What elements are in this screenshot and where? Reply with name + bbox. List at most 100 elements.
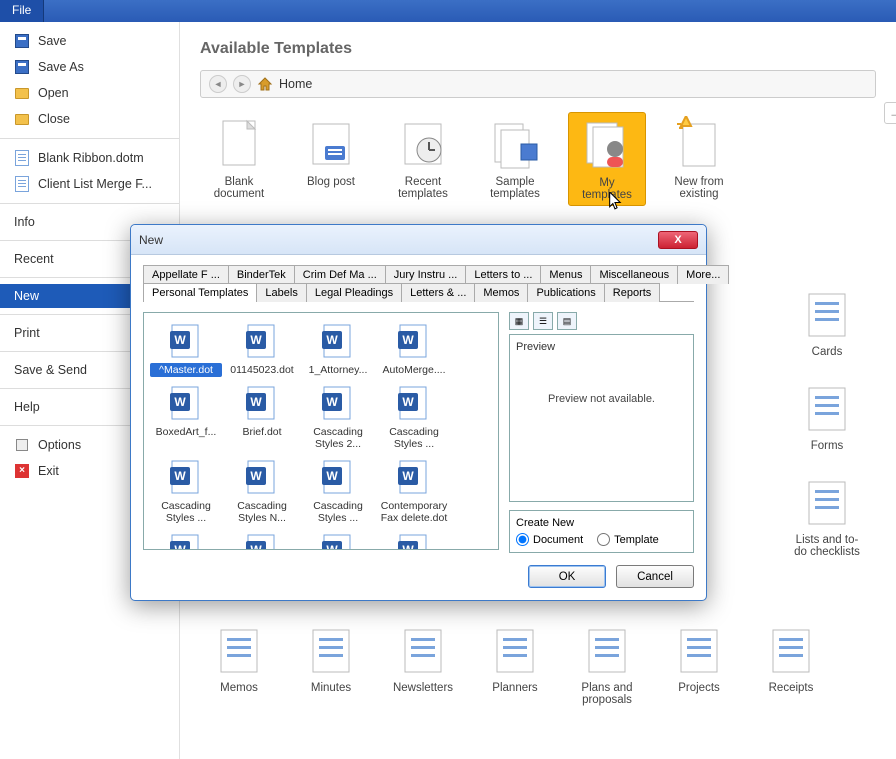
- file-tab[interactable]: File: [0, 0, 44, 22]
- radio-document-input[interactable]: [516, 533, 529, 546]
- doc-icon: [14, 176, 30, 192]
- template-label: Cards: [792, 346, 862, 358]
- dialog-tab[interactable]: Menus: [540, 265, 591, 284]
- home-icon: [257, 77, 273, 91]
- view-details[interactable]: ▤: [557, 312, 577, 330]
- dialog-tab[interactable]: Appellate F ...: [143, 265, 229, 284]
- ok-button[interactable]: OK: [528, 565, 606, 588]
- template-label: Blank document: [204, 176, 274, 200]
- template-item[interactable]: Forms: [788, 376, 866, 456]
- template-item[interactable]: Newsletters: [384, 618, 462, 710]
- file-name: 01145023.dot: [226, 363, 298, 377]
- dialog-tab[interactable]: Memos: [474, 283, 528, 302]
- template-item[interactable]: Blank document: [200, 112, 278, 206]
- template-item[interactable]: Cards: [788, 282, 866, 362]
- word-doc-icon: W: [318, 383, 358, 423]
- view-list[interactable]: ☰: [533, 312, 553, 330]
- template-file-item[interactable]: WCascading Styles N...: [224, 455, 300, 527]
- template-file-item[interactable]: W^Master.dot: [148, 319, 224, 379]
- sidebar-open[interactable]: Open: [0, 80, 179, 106]
- template-file-item[interactable]: W: [224, 529, 300, 550]
- breadcrumb-home[interactable]: Home: [279, 77, 312, 91]
- svg-text:W: W: [250, 543, 262, 550]
- svg-text:W: W: [402, 469, 414, 483]
- dialog-tab[interactable]: Personal Templates: [143, 283, 257, 302]
- scroll-right-button[interactable]: →: [884, 102, 896, 124]
- template-item[interactable]: Blog post: [292, 112, 370, 206]
- sidebar-save-as[interactable]: Save As: [0, 54, 179, 80]
- svg-text:W: W: [326, 469, 338, 483]
- dialog-tab[interactable]: BinderTek: [228, 265, 295, 284]
- svg-text:W: W: [402, 543, 414, 550]
- dialog-tab[interactable]: Letters to ...: [465, 265, 541, 284]
- dialog-tab[interactable]: Miscellaneous: [590, 265, 678, 284]
- sidebar-label: Client List Merge F...: [38, 177, 152, 191]
- template-item[interactable]: Plans and proposals: [568, 618, 646, 710]
- radio-template[interactable]: Template: [597, 533, 659, 546]
- template-file-item[interactable]: WCascading Styles ...: [148, 455, 224, 527]
- template-item[interactable]: My templates: [568, 112, 646, 206]
- svg-text:W: W: [326, 543, 338, 550]
- template-file-item[interactable]: WBoxedArt_f...: [148, 381, 224, 453]
- word-doc-icon: W: [242, 383, 282, 423]
- dialog-tab[interactable]: More...: [677, 265, 729, 284]
- dialog-tab[interactable]: Reports: [604, 283, 661, 302]
- template-item[interactable]: Planners: [476, 618, 554, 710]
- template-label: Planners: [480, 682, 550, 694]
- sidebar-close[interactable]: Close: [0, 106, 179, 132]
- svg-text:W: W: [174, 333, 186, 347]
- template-file-item[interactable]: WAutoMerge....: [376, 319, 452, 379]
- dialog-tab[interactable]: Jury Instru ...: [385, 265, 467, 284]
- template-label: Forms: [792, 440, 862, 452]
- dialog-close-button[interactable]: X: [658, 231, 698, 249]
- dialog-tab[interactable]: Letters & ...: [401, 283, 475, 302]
- nav-forward-button[interactable]: ►: [233, 75, 251, 93]
- template-file-item[interactable]: WCascading Styles ...: [300, 455, 376, 527]
- sidebar-label: Close: [38, 112, 70, 126]
- file-name: Cascading Styles ...: [378, 425, 450, 451]
- svg-text:W: W: [174, 395, 186, 409]
- cancel-button[interactable]: Cancel: [616, 565, 694, 588]
- template-file-item[interactable]: WContemporary Fax delete.dot: [376, 455, 452, 527]
- template-file-item[interactable]: W1_Attorney...: [300, 319, 376, 379]
- preview-message: Preview not available.: [516, 393, 687, 405]
- recent-file[interactable]: Blank Ribbon.dotm: [0, 145, 179, 171]
- template-label: Newsletters: [388, 682, 458, 694]
- file-name: Brief.dot: [226, 425, 298, 439]
- template-file-item[interactable]: W01145023.dot: [224, 319, 300, 379]
- template-item[interactable]: Receipts: [752, 618, 830, 710]
- file-list-pane[interactable]: W^Master.dotW01145023.dotW1_Attorney...W…: [143, 312, 499, 550]
- radio-template-input[interactable]: [597, 533, 610, 546]
- view-large-icons[interactable]: ▦: [509, 312, 529, 330]
- template-item[interactable]: Sample templates: [476, 112, 554, 206]
- dialog-tab[interactable]: Crim Def Ma ...: [294, 265, 386, 284]
- radio-document[interactable]: Document: [516, 533, 583, 546]
- template-file-item[interactable]: WCascading Styles 2...: [300, 381, 376, 453]
- template-item[interactable]: Memos: [200, 618, 278, 710]
- template-label: Lists and to-do checklists: [792, 534, 862, 558]
- template-item[interactable]: Minutes: [292, 618, 370, 710]
- svg-text:W: W: [250, 395, 262, 409]
- dialog-tab[interactable]: Publications: [527, 283, 604, 302]
- template-file-item[interactable]: W: [376, 529, 452, 550]
- template-item[interactable]: Lists and to-do checklists: [788, 470, 866, 562]
- template-item[interactable]: Recent templates: [384, 112, 462, 206]
- file-name: AutoMerge....: [378, 363, 450, 377]
- dialog-titlebar[interactable]: New X: [131, 225, 706, 255]
- file-name: Cascading Styles 2...: [302, 425, 374, 451]
- word-doc-icon: W: [166, 531, 206, 550]
- word-doc-icon: W: [166, 321, 206, 361]
- word-doc-icon: W: [394, 457, 434, 497]
- nav-back-button[interactable]: ◄: [209, 75, 227, 93]
- template-item[interactable]: Projects: [660, 618, 738, 710]
- save-icon: [14, 59, 30, 75]
- recent-file[interactable]: Client List Merge F...: [0, 171, 179, 197]
- dialog-tab[interactable]: Legal Pleadings: [306, 283, 402, 302]
- template-file-item[interactable]: W: [300, 529, 376, 550]
- template-item[interactable]: New from existing: [660, 112, 738, 206]
- template-file-item[interactable]: WCascading Styles ...: [376, 381, 452, 453]
- template-file-item[interactable]: W Brief.dot: [224, 381, 300, 453]
- sidebar-save[interactable]: Save: [0, 28, 179, 54]
- dialog-tab[interactable]: Labels: [256, 283, 306, 302]
- template-file-item[interactable]: W: [148, 529, 224, 550]
